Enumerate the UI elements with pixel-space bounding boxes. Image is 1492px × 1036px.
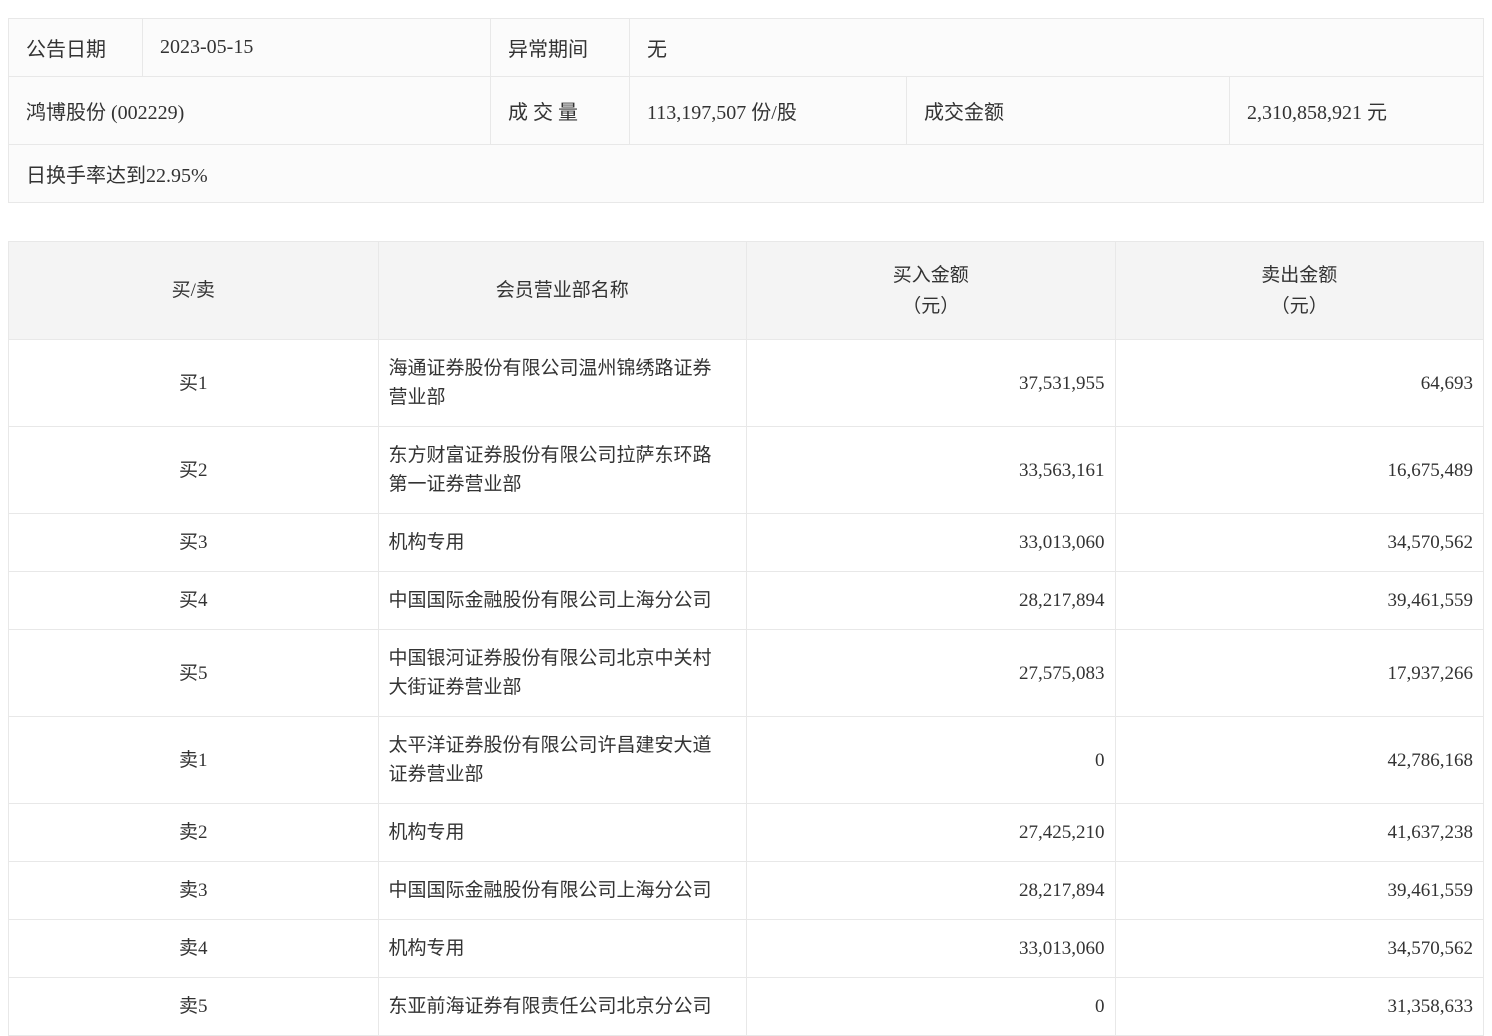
abnormal-period-value: 无	[629, 19, 1483, 76]
table-row: 卖2机构专用27,425,21041,637,238	[9, 803, 1483, 861]
table-row: 买3机构专用33,013,06034,570,562	[9, 513, 1483, 571]
buy-amount-cell: 27,425,210	[746, 804, 1115, 861]
summary-row-3: 日换手率达到22.95%	[9, 144, 1483, 202]
broker-name-cell: 机构专用	[378, 920, 747, 977]
buy-amount-cell: 33,013,060	[746, 920, 1115, 977]
turnover-label: 成交金额	[906, 77, 1229, 144]
side-cell: 卖1	[9, 717, 378, 803]
buy-amount-cell: 27,575,083	[746, 630, 1115, 716]
header-unit: （元）	[1271, 291, 1328, 322]
sell-amount-cell: 64,693	[1115, 340, 1484, 426]
column-header-buy-amount: 买入金额（元）	[746, 242, 1115, 339]
volume-value: 113,197,507 份/股	[629, 77, 906, 144]
broker-table-body: 买1海通证券股份有限公司温州锦绣路证券营业部37,531,95564,693买2…	[9, 339, 1483, 1035]
stock-name: 鸿博股份 (002229)	[9, 77, 490, 144]
side-cell: 买4	[9, 572, 378, 629]
buy-amount-cell: 28,217,894	[746, 862, 1115, 919]
broker-name-cell: 太平洋证券股份有限公司许昌建安大道证券营业部	[378, 717, 747, 803]
table-row: 买4中国国际金融股份有限公司上海分公司28,217,89439,461,559	[9, 571, 1483, 629]
sell-amount-cell: 17,937,266	[1115, 630, 1484, 716]
header-line: 买/卖	[172, 275, 215, 306]
table-row: 买1海通证券股份有限公司温州锦绣路证券营业部37,531,95564,693	[9, 339, 1483, 426]
column-header-sell-amount: 卖出金额（元）	[1115, 242, 1484, 339]
announce-date-label: 公告日期	[9, 19, 142, 76]
sell-amount-cell: 31,358,633	[1115, 978, 1484, 1035]
header-unit: （元）	[902, 291, 959, 322]
summary-row-1: 公告日期 2023-05-15 异常期间 无	[9, 19, 1483, 76]
side-cell: 卖2	[9, 804, 378, 861]
announce-date-value: 2023-05-15	[142, 19, 490, 76]
volume-label: 成 交 量	[490, 77, 629, 144]
buy-amount-cell: 33,563,161	[746, 427, 1115, 513]
table-row: 卖4机构专用33,013,06034,570,562	[9, 919, 1483, 977]
sell-amount-cell: 41,637,238	[1115, 804, 1484, 861]
broker-name-cell: 东亚前海证券有限责任公司北京分公司	[378, 978, 747, 1035]
abnormal-period-label: 异常期间	[490, 19, 629, 76]
turnover-value: 2,310,858,921 元	[1229, 77, 1483, 144]
broker-table: 买/卖会员营业部名称买入金额（元）卖出金额（元） 买1海通证券股份有限公司温州锦…	[8, 241, 1484, 1036]
sell-amount-cell: 39,461,559	[1115, 862, 1484, 919]
table-row: 买2东方财富证券股份有限公司拉萨东环路第一证券营业部33,563,16116,6…	[9, 426, 1483, 513]
header-line: 卖出金额	[1261, 260, 1337, 291]
table-row: 卖3中国国际金融股份有限公司上海分公司28,217,89439,461,559	[9, 861, 1483, 919]
broker-name-cell: 机构专用	[378, 514, 747, 571]
table-row: 卖1太平洋证券股份有限公司许昌建安大道证券营业部042,786,168	[9, 716, 1483, 803]
sell-amount-cell: 42,786,168	[1115, 717, 1484, 803]
buy-amount-cell: 0	[746, 978, 1115, 1035]
header-line: 买入金额	[893, 260, 969, 291]
sell-amount-cell: 34,570,562	[1115, 920, 1484, 977]
broker-name-cell: 海通证券股份有限公司温州锦绣路证券营业部	[378, 340, 747, 426]
broker-name-cell: 东方财富证券股份有限公司拉萨东环路第一证券营业部	[378, 427, 747, 513]
table-row: 卖5东亚前海证券有限责任公司北京分公司031,358,633	[9, 977, 1483, 1035]
table-row: 买5中国银河证券股份有限公司北京中关村大街证券营业部27,575,08317,9…	[9, 629, 1483, 716]
summary-table: 公告日期 2023-05-15 异常期间 无 鸿博股份 (002229) 成 交…	[8, 18, 1484, 203]
column-header-side: 买/卖	[9, 242, 378, 339]
side-cell: 卖5	[9, 978, 378, 1035]
buy-amount-cell: 0	[746, 717, 1115, 803]
sell-amount-cell: 16,675,489	[1115, 427, 1484, 513]
side-cell: 买1	[9, 340, 378, 426]
column-header-broker-name: 会员营业部名称	[378, 242, 747, 339]
broker-name-cell: 机构专用	[378, 804, 747, 861]
buy-amount-cell: 33,013,060	[746, 514, 1115, 571]
turnover-rate-note: 日换手率达到22.95%	[9, 145, 1483, 202]
broker-name-cell: 中国银河证券股份有限公司北京中关村大街证券营业部	[378, 630, 747, 716]
buy-amount-cell: 37,531,955	[746, 340, 1115, 426]
summary-row-2: 鸿博股份 (002229) 成 交 量 113,197,507 份/股 成交金额…	[9, 76, 1483, 144]
header-line: 会员营业部名称	[496, 275, 629, 306]
buy-amount-cell: 28,217,894	[746, 572, 1115, 629]
sell-amount-cell: 39,461,559	[1115, 572, 1484, 629]
broker-table-header: 买/卖会员营业部名称买入金额（元）卖出金额（元）	[9, 242, 1483, 339]
side-cell: 卖3	[9, 862, 378, 919]
sell-amount-cell: 34,570,562	[1115, 514, 1484, 571]
broker-name-cell: 中国国际金融股份有限公司上海分公司	[378, 862, 747, 919]
side-cell: 买2	[9, 427, 378, 513]
side-cell: 买5	[9, 630, 378, 716]
page: 公告日期 2023-05-15 异常期间 无 鸿博股份 (002229) 成 交…	[0, 0, 1492, 1036]
broker-name-cell: 中国国际金融股份有限公司上海分公司	[378, 572, 747, 629]
side-cell: 卖4	[9, 920, 378, 977]
side-cell: 买3	[9, 514, 378, 571]
